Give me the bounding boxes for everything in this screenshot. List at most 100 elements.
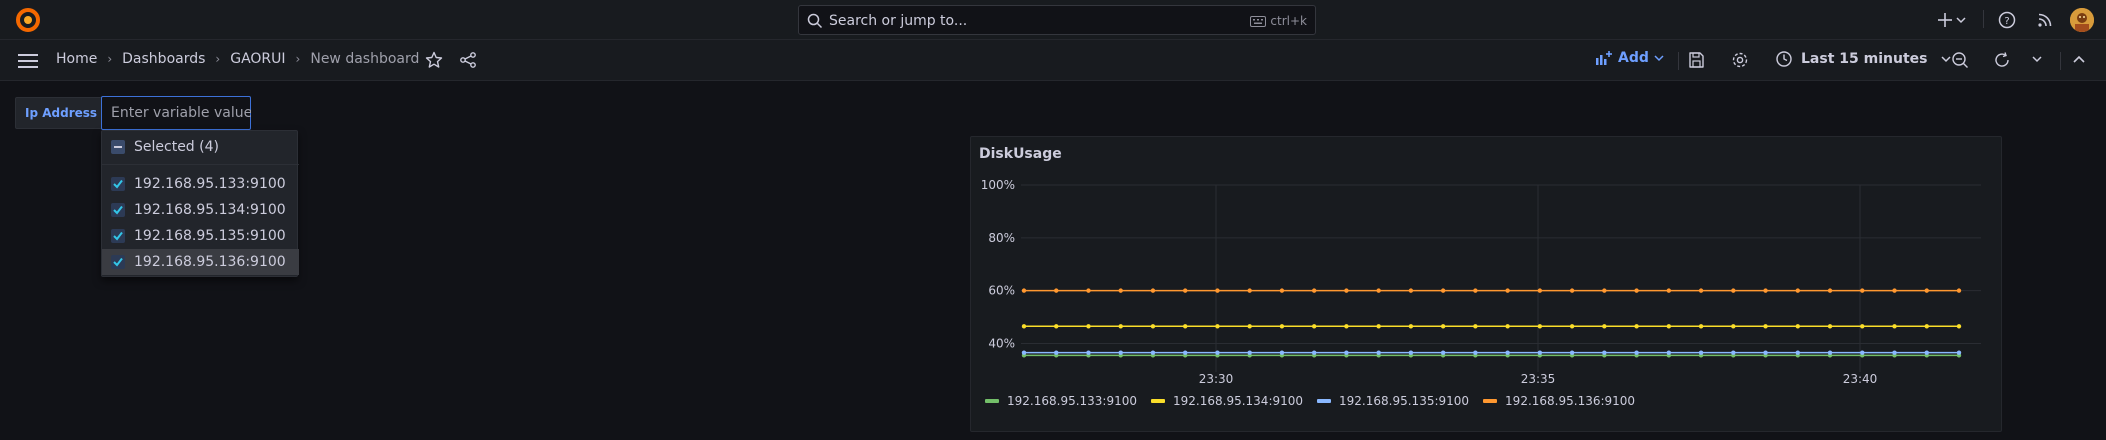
data-point — [1183, 350, 1188, 355]
data-point — [1924, 350, 1929, 355]
data-point — [1924, 324, 1929, 329]
data-point — [1408, 288, 1414, 293]
data-point — [1795, 350, 1800, 355]
help-icon[interactable]: ? — [1997, 10, 2017, 30]
data-point — [1537, 324, 1543, 329]
data-point — [1086, 288, 1091, 293]
data-point — [1634, 324, 1639, 329]
data-point — [1892, 350, 1897, 355]
legend-label: 192.168.95.136:9100 — [1505, 394, 1636, 408]
select-all-toggle[interactable]: Selected (4) — [102, 134, 299, 160]
breadcrumb-home[interactable]: Home — [56, 51, 97, 67]
data-point — [1279, 350, 1285, 355]
data-point — [1376, 288, 1381, 293]
variable-search-field[interactable] — [111, 105, 251, 121]
data-point — [1118, 350, 1123, 355]
shortcut-label: ctrl+k — [1270, 14, 1307, 28]
collapse-icon[interactable] — [2073, 55, 2085, 63]
plus-icon[interactable] — [1937, 10, 1953, 30]
chevron-down-icon[interactable] — [1956, 16, 1966, 24]
data-point — [1731, 288, 1736, 293]
data-point — [1537, 288, 1543, 293]
partial-checkbox-icon — [111, 140, 125, 154]
legend-swatch — [1317, 399, 1332, 403]
data-point — [1344, 288, 1349, 293]
data-point — [1118, 288, 1123, 293]
checkbox-checked-icon[interactable] — [111, 203, 125, 217]
add-panel-icon — [1596, 51, 1612, 65]
data-point — [1860, 324, 1865, 329]
refresh-icon[interactable] — [1993, 51, 2011, 69]
data-point — [1795, 288, 1800, 293]
search-bar[interactable]: Search or jump to... ctrl+k — [798, 5, 1316, 35]
data-point — [1666, 288, 1672, 293]
breadcrumb-folder[interactable]: GAORUI — [230, 51, 285, 67]
y-tick-label: 40% — [988, 336, 1015, 350]
data-point — [1473, 350, 1478, 355]
data-point — [1505, 324, 1510, 329]
data-point — [1183, 288, 1188, 293]
grafana-logo-icon[interactable] — [14, 6, 42, 34]
variable-option[interactable]: 192.168.95.134:9100 — [102, 197, 299, 223]
data-point — [1086, 324, 1091, 329]
variable-option[interactable]: 192.168.95.135:9100 — [102, 223, 299, 249]
breadcrumb-dashboards[interactable]: Dashboards — [122, 51, 205, 67]
timeseries-panel[interactable]: DiskUsage 100% 80% 60% 40% 23:30 23:35 23:40 1… — [970, 136, 2002, 432]
share-icon[interactable] — [459, 51, 477, 69]
data-point — [1021, 324, 1027, 329]
legend-label: 192.168.95.134:9100 — [1173, 394, 1304, 408]
x-tick-label: 23:40 — [1843, 372, 1878, 386]
data-point — [1956, 324, 1962, 329]
x-tick-label: 23:35 — [1521, 372, 1556, 386]
star-icon[interactable] — [425, 51, 443, 69]
data-point — [1311, 288, 1317, 293]
checkbox-checked-icon[interactable] — [111, 177, 125, 191]
menu-icon[interactable] — [18, 53, 38, 69]
data-point — [1763, 324, 1768, 329]
data-point — [1086, 350, 1091, 355]
data-point — [1408, 324, 1414, 329]
save-icon[interactable] — [1687, 51, 1705, 69]
checkbox-checked-icon[interactable] — [111, 255, 125, 269]
avatar[interactable] — [2070, 8, 2094, 32]
data-point — [1150, 288, 1156, 293]
data-point — [1183, 324, 1188, 329]
selected-count: Selected (4) — [134, 139, 219, 155]
data-point — [1698, 350, 1704, 355]
data-point — [1569, 288, 1575, 293]
time-range-picker[interactable]: Last 15 minutes — [1775, 50, 1951, 68]
add-button[interactable]: Add — [1595, 50, 1664, 66]
checkbox-checked-icon[interactable] — [111, 229, 125, 243]
data-point — [1827, 288, 1833, 293]
chevron-down-icon[interactable] — [2032, 55, 2042, 63]
zoom-out-icon[interactable] — [1951, 51, 1969, 69]
variable-option[interactable]: 192.168.95.133:9100 — [102, 171, 299, 197]
data-point — [1473, 288, 1478, 293]
legend-swatch — [1483, 399, 1498, 403]
legend-item[interactable]: 192.168.95.136:9100 — [1483, 394, 1635, 408]
data-point — [1054, 350, 1059, 355]
chevron-right-icon: › — [215, 52, 221, 66]
legend-item[interactable]: 192.168.95.135:9100 — [1317, 394, 1469, 408]
data-point — [1763, 350, 1768, 355]
data-point — [1279, 288, 1285, 293]
variable-label: Ip Address — [15, 97, 108, 129]
legend-item[interactable]: 192.168.95.134:9100 — [1151, 394, 1303, 408]
data-point — [1118, 324, 1123, 329]
search-placeholder: Search or jump to... — [829, 13, 968, 29]
breadcrumb-current: New dashboard — [310, 51, 420, 67]
settings-icon[interactable] — [1731, 51, 1749, 69]
data-point — [1505, 288, 1510, 293]
svg-text:?: ? — [2004, 16, 2009, 27]
variable-option[interactable]: 192.168.95.136:9100 — [102, 249, 299, 275]
data-point — [1505, 350, 1510, 355]
data-point — [1602, 324, 1607, 329]
legend-item[interactable]: 192.168.95.133:9100 — [985, 394, 1137, 408]
keyboard-icon — [1250, 15, 1267, 27]
news-icon[interactable] — [2035, 10, 2055, 30]
y-tick-label: 100% — [981, 178, 1015, 192]
search-shortcut: ctrl+k — [1250, 14, 1307, 28]
variable-input[interactable] — [101, 96, 251, 130]
toolbar-divider — [1678, 52, 1679, 70]
data-point — [1440, 288, 1446, 293]
